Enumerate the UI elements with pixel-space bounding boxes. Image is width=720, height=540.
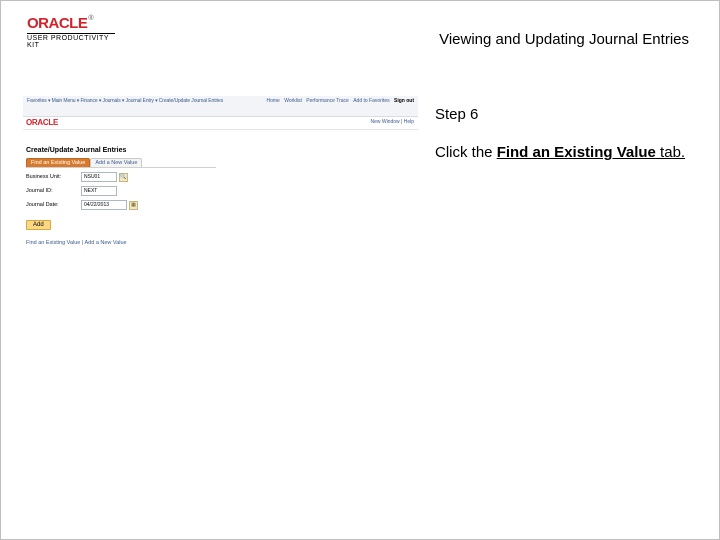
mini-topbar: Favorites ▾ Main Menu ▾ Finance ▾ Journa… [23,96,418,117]
mini-row-jdate: Journal Date: 04/22/2013 ▦ [26,200,418,210]
instruction-panel: Step 6 Click the Find an Existing Value … [421,96,719,539]
mini-logo-row: ORACLE New Window | Help [23,117,418,130]
mini-jdate-label: Journal Date: [26,202,81,208]
mini-link-home: Home [266,98,279,104]
mini-tab-add-new: Add a New Value [90,158,142,167]
mini-tab-find-existing: Find an Existing Value [26,158,90,167]
upk-sublabel: USER PRODUCTIVITY KIT [27,33,115,49]
mini-link-fav: Add to Favorites [353,98,389,104]
mini-oracle-logo: ORACLE [26,118,58,127]
mini-link-worklist: Worklist [284,98,302,104]
mini-newwindow-link: New Window | Help [370,119,414,125]
mini-page-title: Create/Update Journal Entries [26,147,418,154]
instruction-prefix: Click the [435,144,497,161]
mini-lookup-icon: 🔍 [119,173,128,182]
mini-footer-link: Find an Existing Value | Add a New Value [26,240,418,246]
mini-jdate-value: 04/22/2013 [81,200,127,210]
mini-row-bu: Business Unit: NSU01 🔍 [26,172,418,182]
mini-tabs: Find an Existing Value Add a New Value [26,158,418,167]
embedded-screenshot: Favorites ▾ Main Menu ▾ Finance ▾ Journa… [23,96,418,251]
mini-add-button: Add [26,220,51,230]
mini-jid-value: NEXT [81,186,117,196]
mini-link-ptrace: Performance Trace [306,98,349,104]
mini-top-links: Home Worklist Performance Trace Add to F… [263,98,414,104]
instruction-suffix: tab. [656,144,685,161]
mini-breadcrumb: Favorites ▾ Main Menu ▾ Finance ▾ Journa… [27,98,223,104]
oracle-logo-text: ORACLE [27,15,87,32]
mini-bu-label: Business Unit: [26,174,81,180]
mini-calendar-icon: ▦ [129,201,138,210]
oracle-tm: ® [88,15,93,22]
step-number: Step 6 [435,106,699,123]
instruction-text: Click the Find an Existing Value tab. [435,143,699,163]
page-title: Viewing and Updating Journal Entries [439,31,689,48]
mini-link-signout: Sign out [394,98,414,104]
mini-jid-label: Journal ID: [26,188,81,194]
page-header: ORACLE® USER PRODUCTIVITY KIT Viewing an… [1,1,719,61]
mini-row-jid: Journal ID: NEXT [26,186,418,196]
mini-bu-value: NSU01 [81,172,117,182]
instruction-tab-name: Find an Existing Value [497,144,656,161]
oracle-brand-block: ORACLE® USER PRODUCTIVITY KIT [27,15,115,49]
